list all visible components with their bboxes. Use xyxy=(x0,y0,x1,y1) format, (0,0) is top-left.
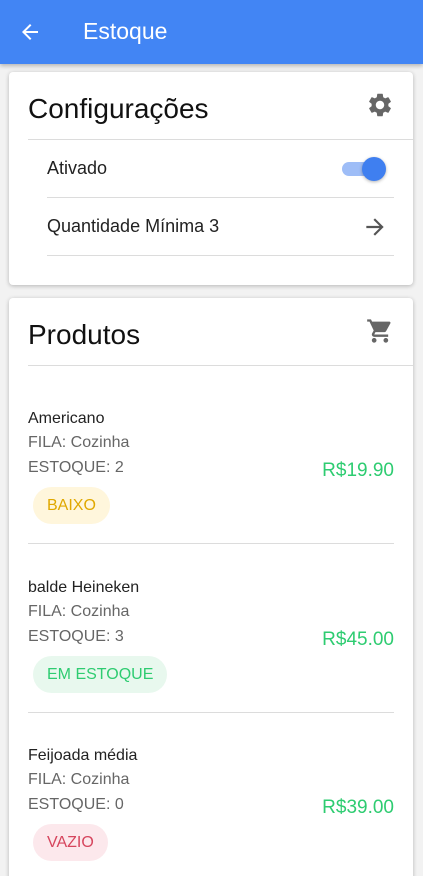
product-price: R$39.00 xyxy=(322,797,394,818)
product-price: R$45.00 xyxy=(322,629,394,650)
activated-label: Ativado xyxy=(47,158,108,178)
product-stock: ESTOQUE: 2 xyxy=(28,459,124,476)
product-name: balde Heineken xyxy=(28,579,140,596)
product-item[interactable]: Americano FILA: Cozinha ESTOQUE: 2 R$19.… xyxy=(28,376,394,544)
status-badge: BAIXO xyxy=(33,487,110,524)
product-queue: FILA: Cozinha xyxy=(28,771,130,788)
status-badge: EM ESTOQUE xyxy=(33,656,168,693)
toggle-thumb xyxy=(362,156,386,181)
product-stock: ESTOQUE: 0 xyxy=(28,796,124,813)
product-item[interactable]: Feijoada média FILA: Cozinha ESTOQUE: 0 … xyxy=(28,713,394,876)
page-title: Estoque xyxy=(83,18,168,44)
settings-title: Configurações xyxy=(28,93,209,124)
activated-toggle[interactable] xyxy=(342,156,386,181)
arrow-right-icon[interactable] xyxy=(362,214,388,240)
min-quantity-row[interactable]: Quantidade Mínima 3 xyxy=(47,198,394,256)
settings-card: Configurações Ativado Quantidade Mínima … xyxy=(9,72,413,285)
min-quantity-label: Quantidade Mínima 3 xyxy=(47,216,220,236)
product-name: Feijoada média xyxy=(28,747,138,764)
status-badge: VAZIO xyxy=(33,824,108,861)
product-queue: FILA: Cozinha xyxy=(28,434,130,451)
product-item[interactable]: balde Heineken FILA: Cozinha ESTOQUE: 3 … xyxy=(28,545,394,713)
product-queue: FILA: Cozinha xyxy=(28,603,130,620)
products-card: Produtos Americano FILA: Cozinha ESTOQUE… xyxy=(9,298,413,876)
products-title: Produtos xyxy=(28,319,141,350)
activated-row: Ativado xyxy=(47,140,394,198)
gear-icon[interactable] xyxy=(366,91,394,119)
product-name: Americano xyxy=(28,410,105,427)
divider xyxy=(28,365,413,366)
arrow-left-icon[interactable] xyxy=(18,20,42,44)
product-stock: ESTOQUE: 3 xyxy=(28,628,124,645)
app-bar: Estoque xyxy=(0,0,423,64)
product-price: R$19.90 xyxy=(322,460,394,481)
cart-icon[interactable] xyxy=(366,317,394,345)
